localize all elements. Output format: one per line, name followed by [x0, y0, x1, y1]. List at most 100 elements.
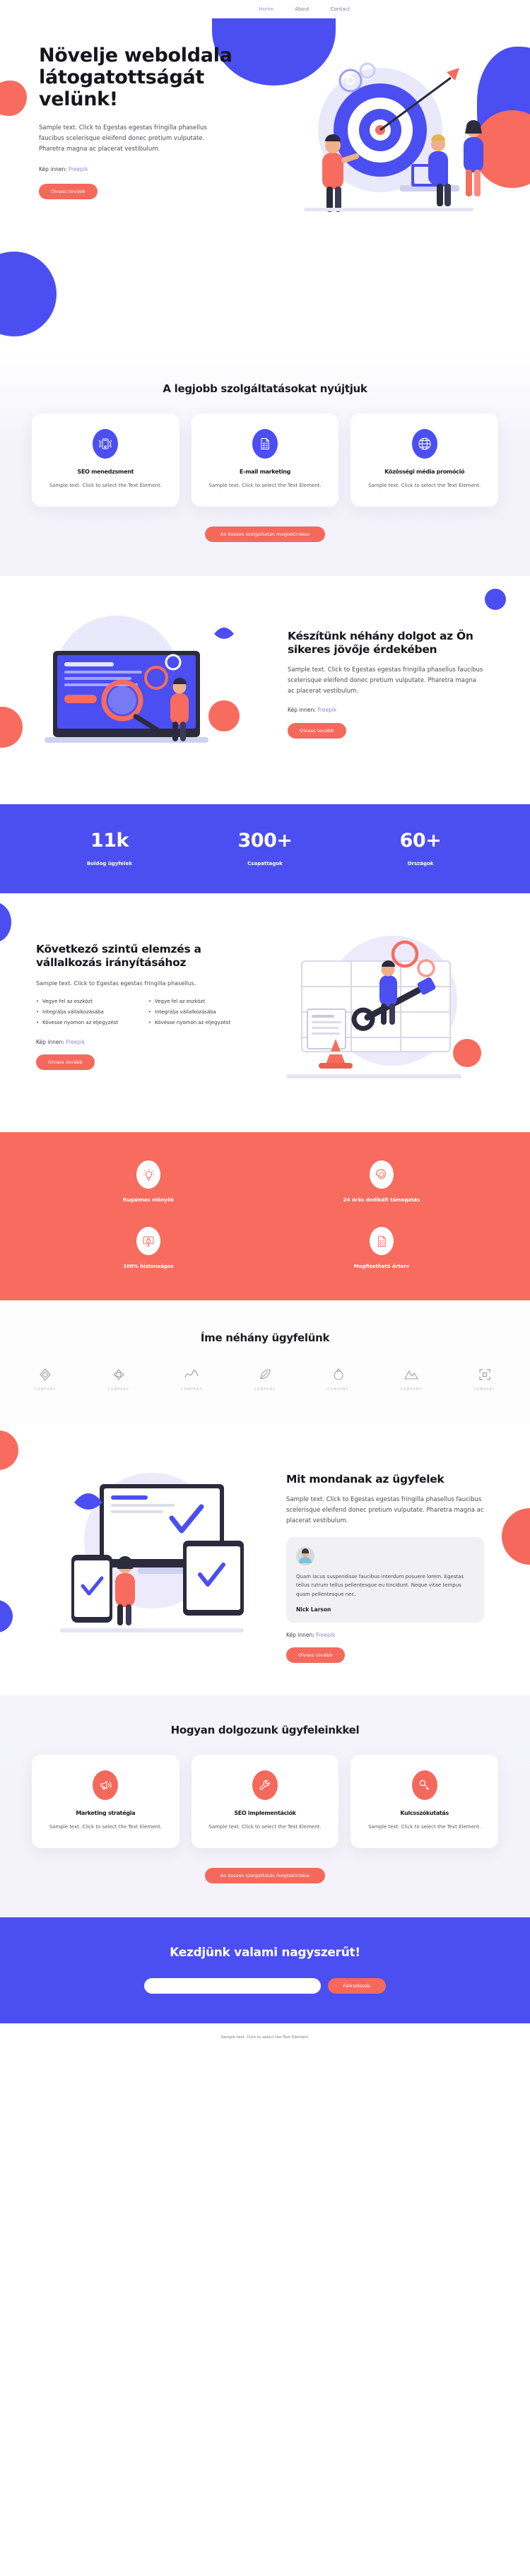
- service-card-social[interactable]: Közösségi média promóció Sample text. Cl…: [351, 413, 499, 507]
- credit-link[interactable]: Freepik: [316, 1632, 335, 1638]
- stat-label: Boldog ügyfelek: [87, 861, 132, 867]
- nav-item-contact[interactable]: Contact: [331, 6, 350, 12]
- analytics-feature-lists: Vegye fel az eszközt Integrálja vállalko…: [36, 999, 252, 1030]
- about-copy: Készítünk néhány dolgot az Ön sikeres jö…: [272, 610, 484, 739]
- decorative-blob-coral-right: [502, 1508, 530, 1565]
- process-card-title: Marketing stratégia: [76, 1809, 136, 1816]
- client-logo-name: COMPANY: [35, 1387, 57, 1392]
- feature-item-secure: 100% biztonságos: [32, 1227, 265, 1269]
- client-logo-5: COMPANY: [327, 1367, 348, 1391]
- client-logo-3: COMPANY: [181, 1367, 202, 1391]
- subscribe-button[interactable]: Feliratkozás: [327, 1977, 387, 1994]
- client-logo-name: COMPANY: [473, 1387, 495, 1392]
- decorative-blob-blue: [0, 902, 11, 943]
- list-item: Kövesse nyomon az eljegyzést: [36, 1020, 140, 1025]
- subscribe-email-input[interactable]: [143, 1977, 321, 1994]
- client-logo-6: COMPANY: [401, 1367, 422, 1391]
- list-item: Vegye fel az eszközt: [148, 999, 252, 1004]
- analytics-illustration: [258, 924, 498, 1101]
- service-card-body: Sample text. Click to select the Text El…: [208, 483, 322, 488]
- hero-section: Növelje weboldala látogatottságát velünk…: [0, 18, 530, 354]
- mountain-icon: [401, 1367, 422, 1382]
- credit-link[interactable]: Freepik: [317, 707, 336, 713]
- testimonial-quote: Quam lacus suspendisse faucibus interdum…: [296, 1573, 464, 1597]
- avatar: [296, 1546, 314, 1565]
- client-logo-1: COMPANY: [35, 1367, 56, 1391]
- stat-label: Országok: [407, 861, 434, 867]
- about-illustration: [32, 610, 272, 776]
- wave-icon: [181, 1367, 202, 1382]
- stat-value: 11k: [90, 830, 129, 852]
- megaphone-icon: [93, 1770, 119, 1800]
- credit-label: Kép innen:: [288, 706, 316, 713]
- analytics-image-credit: Kép innen: Freepik: [36, 1039, 252, 1045]
- credit-label: Kép innen:: [39, 165, 67, 172]
- page-footer: Sample text. Click to select the Text El…: [0, 2023, 530, 2054]
- process-card-title: SEO implementációk: [234, 1809, 296, 1816]
- process-card-keywords[interactable]: Kulcsszókutatás Sample text. Click to se…: [351, 1754, 499, 1848]
- process-cta-button[interactable]: Az összes szolgáltatás megtekintése: [204, 1867, 326, 1883]
- client-logo-7: COMPANY: [473, 1367, 495, 1391]
- diamond-outline-icon: [35, 1367, 56, 1382]
- about-cta-button[interactable]: Olvass tovább: [288, 722, 346, 739]
- clients-section: Íme néhány ügyfelünk COMPANY COMPANY COM…: [0, 1300, 530, 1424]
- lightbulb-icon: [136, 1160, 160, 1189]
- decorative-blob-coral: [0, 707, 23, 748]
- service-card-email[interactable]: E-mail marketing Sample text. Click to s…: [191, 413, 339, 507]
- credit-label: Kép innen:: [36, 1039, 64, 1046]
- analytics-title: Következő szintű elemzés a vállalkozás i…: [36, 943, 201, 970]
- client-logo-name: COMPANY: [254, 1387, 276, 1392]
- stat-value: 60+: [399, 830, 442, 852]
- hero-cta-button[interactable]: Olvass tovább: [39, 183, 98, 199]
- credit-link[interactable]: Freepik: [69, 166, 88, 172]
- analytics-copy: Következő szintű elemzés a vállalkozás i…: [32, 924, 252, 1101]
- process-card-body: Sample text. Click to select the Text El…: [49, 1823, 162, 1830]
- stat-label: Csapattagok: [247, 861, 283, 867]
- process-card-marketing[interactable]: Marketing stratégia Sample text. Click t…: [32, 1754, 179, 1848]
- credit-link[interactable]: Freepik: [66, 1039, 85, 1045]
- stat-item-countries: 60+ Országok: [343, 830, 498, 866]
- stat-value: 300+: [237, 830, 293, 852]
- client-logo-name: COMPANY: [400, 1387, 423, 1392]
- feature-item-benefits: Rugalmas előnyök: [32, 1160, 265, 1203]
- nav-item-about[interactable]: About: [295, 6, 310, 12]
- flower-icon: [108, 1367, 129, 1382]
- service-card-seo[interactable]: SEO menedzsment Sample text. Click to se…: [32, 413, 179, 507]
- about-body: Sample text. Click to Egestas egestas fr…: [288, 666, 483, 695]
- analytics-section: Következő szintű elemzés a vállalkozás i…: [0, 893, 530, 1133]
- stat-item-team: 300+ Csapattagok: [187, 830, 343, 866]
- landing-page: Home About Contact Növelje weboldala lát…: [0, 0, 530, 2054]
- features-section: Rugalmas előnyök 24 órás dedikált támoga…: [0, 1132, 530, 1301]
- analytics-cta-button[interactable]: Olvass tovább: [36, 1054, 95, 1071]
- price-list-icon: [370, 1227, 394, 1256]
- decorative-blob-blue: [0, 1600, 13, 1633]
- decorative-blob-blue-bottom: [0, 252, 57, 336]
- analytics-list-left: Vegye fel az eszközt Integrálja vállalko…: [36, 999, 140, 1030]
- hero-image-credit: Kép innen: Freepik: [39, 166, 244, 172]
- key-icon: [411, 1770, 437, 1800]
- feature-label: Rugalmas előnyök: [122, 1197, 175, 1204]
- testimonials-cta-button[interactable]: Olvass tovább: [286, 1647, 345, 1663]
- services-title: A legjobb szolgáltatásokat nyújtjuk: [163, 382, 367, 395]
- nav-item-home[interactable]: Home: [259, 6, 273, 12]
- client-logo-list: COMPANY COMPANY COMPANY COMPANY COMPANY …: [32, 1367, 498, 1391]
- testimonials-body: Sample text. Click to Egestas egestas fr…: [286, 1496, 484, 1524]
- gear-icon: [370, 1160, 394, 1189]
- decorative-blob-blue: [485, 589, 506, 611]
- list-item: Vegye fel az eszközt: [36, 999, 140, 1004]
- analytics-body: Sample text. Click to Egestas egestas fr…: [36, 980, 196, 987]
- testimonials-image-credit: Kép innen: Freepik: [286, 1632, 484, 1638]
- testimonials-section: Mit mondanak az ügyfelek Sample text. Cl…: [0, 1423, 530, 1695]
- service-card-body: Sample text. Click to select the Text El…: [368, 483, 481, 488]
- monitor-lock-icon: [136, 1227, 160, 1256]
- process-card-seo[interactable]: SEO implementációk Sample text. Click to…: [191, 1754, 339, 1848]
- testimonials-copy: Mit mondanak az ügyfelek Sample text. Cl…: [272, 1456, 484, 1663]
- feature-label: Megfizethető árterv: [353, 1264, 410, 1270]
- process-card-body: Sample text. Click to select the Text El…: [368, 1823, 481, 1830]
- services-cta-button[interactable]: Az összes szolgáltatás megtekintése: [204, 527, 326, 543]
- process-card-list: Marketing stratégia Sample text. Click t…: [32, 1754, 499, 1848]
- service-card-body: Sample text. Click to select the Text El…: [49, 483, 162, 488]
- stat-item-clients: 11k Boldog ügyfelek: [32, 830, 187, 866]
- cta-title: Kezdjünk valami nagyszerűt!: [170, 1945, 360, 1960]
- about-image-credit: Kép innen: Freepik: [288, 707, 484, 713]
